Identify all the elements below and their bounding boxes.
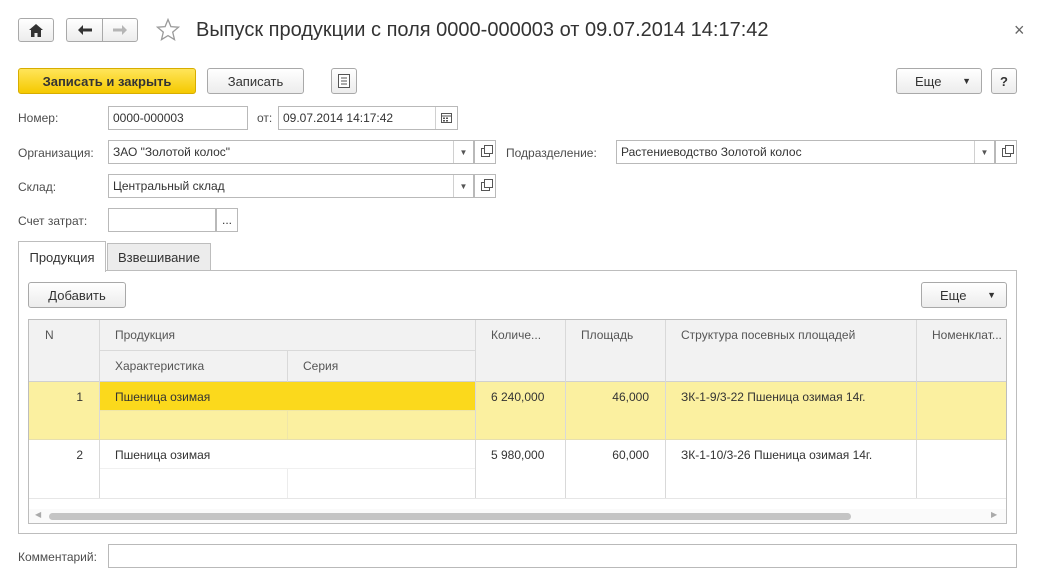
chevron-down-icon: ▼ [962, 76, 971, 86]
column-header-structure[interactable]: Структура посевных площадей [681, 328, 855, 342]
column-header-quantity[interactable]: Количе... [491, 328, 541, 342]
number-value: 0000-000003 [113, 111, 184, 125]
more-menu-label: Еще [915, 73, 942, 89]
area-cell[interactable]: 60,000 [569, 448, 649, 462]
warehouse-value: Центральный склад [113, 179, 225, 193]
row-number: 1 [76, 390, 83, 404]
cost-account-select-button[interactable]: ... [216, 208, 238, 232]
document-icon [338, 74, 350, 88]
save-and-close-button[interactable]: Записать и закрыть [18, 68, 196, 94]
quantity-cell[interactable]: 5 980,000 [491, 448, 561, 462]
cost-account-label: Счет затрат: [18, 214, 88, 228]
column-header-n[interactable]: N [45, 328, 54, 342]
chevron-down-icon[interactable]: ▼ [974, 141, 994, 163]
chevron-down-icon: ▼ [987, 290, 996, 300]
chevron-down-icon[interactable]: ▼ [453, 175, 473, 197]
structure-cell[interactable]: ЗК-1-10/3-26 Пшеница озимая 14г. [681, 448, 911, 462]
column-header-area[interactable]: Площадь [581, 328, 633, 342]
column-header-characteristic[interactable]: Характеристика [115, 359, 204, 373]
product-cell[interactable]: Пшеница озимая [115, 448, 465, 462]
forward-button[interactable] [102, 18, 138, 42]
comment-label: Комментарий: [18, 550, 97, 564]
product-cell[interactable]: Пшеница озимая [115, 390, 465, 404]
department-open-button[interactable] [995, 140, 1017, 164]
open-icon [1001, 144, 1014, 157]
more-menu-button[interactable]: Еще ▼ [896, 68, 982, 94]
column-header-product[interactable]: Продукция [115, 328, 175, 342]
table-more-menu-button[interactable]: Еще ▼ [921, 282, 1007, 308]
warehouse-field[interactable]: Центральный склад ▼ [108, 174, 474, 198]
arrow-left-icon [77, 25, 92, 35]
home-button[interactable] [18, 18, 54, 42]
open-icon [480, 144, 493, 157]
add-row-button[interactable]: Добавить [28, 282, 126, 308]
number-label: Номер: [18, 111, 59, 125]
date-label: от: [257, 111, 273, 125]
tab-products[interactable]: Продукция [18, 241, 106, 272]
scroll-right-icon[interactable]: ▶ [991, 510, 997, 519]
number-field[interactable]: 0000-000003 [108, 106, 248, 130]
scrollbar-thumb[interactable] [49, 513, 851, 520]
cost-account-field[interactable] [108, 208, 216, 232]
document-print-button[interactable] [331, 68, 357, 94]
warehouse-label: Склад: [18, 180, 57, 194]
organization-field[interactable]: ЗАО "Золотой колос" ▼ [108, 140, 474, 164]
tab-weighing[interactable]: Взвешивание [107, 243, 211, 270]
chevron-down-icon[interactable]: ▼ [453, 141, 473, 163]
favorite-star-icon[interactable] [155, 17, 181, 45]
home-icon [29, 23, 43, 37]
date-field[interactable]: 09.07.2014 14:17:42 [278, 106, 458, 130]
department-value: Растениеводство Золотой колос [621, 145, 802, 159]
date-value: 09.07.2014 14:17:42 [283, 111, 394, 125]
structure-cell[interactable]: ЗК-1-9/3-22 Пшеница озимая 14г. [681, 390, 911, 404]
quantity-cell[interactable]: 6 240,000 [491, 390, 561, 404]
department-field[interactable]: Растениеводство Золотой колос ▼ [616, 140, 995, 164]
page-title: Выпуск продукции с поля 0000-000003 от 0… [196, 19, 769, 41]
close-icon[interactable]: × [1014, 20, 1025, 41]
save-button[interactable]: Записать [207, 68, 304, 94]
scroll-left-icon[interactable]: ◀ [35, 510, 41, 519]
warehouse-open-button[interactable] [474, 174, 496, 198]
organization-open-button[interactable] [474, 140, 496, 164]
back-button[interactable] [66, 18, 102, 42]
department-label: Подразделение: [506, 146, 597, 160]
area-cell[interactable]: 46,000 [569, 390, 649, 404]
column-header-series[interactable]: Серия [303, 359, 338, 373]
arrow-right-icon [113, 25, 127, 35]
row-number: 2 [76, 448, 83, 462]
horizontal-scrollbar[interactable]: ◀ ▶ [29, 509, 1006, 523]
organization-value: ЗАО "Золотой колос" [113, 145, 231, 159]
products-table[interactable]: N Продукция Характеристика Серия Количе.… [28, 319, 1007, 524]
organization-label: Организация: [18, 146, 94, 160]
open-icon [480, 178, 493, 191]
help-button[interactable]: ? [991, 68, 1017, 94]
table-more-menu-label: Еще [940, 287, 967, 303]
calendar-icon[interactable] [435, 107, 457, 129]
column-header-nomenclature[interactable]: Номенклат... [932, 328, 1002, 342]
comment-field[interactable] [108, 544, 1017, 568]
